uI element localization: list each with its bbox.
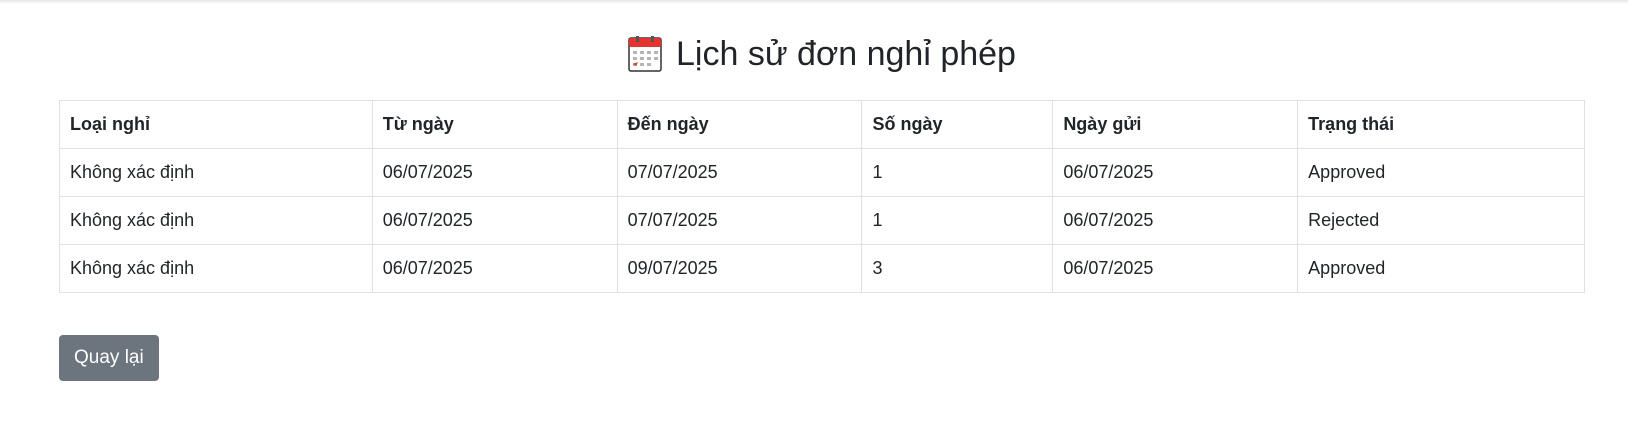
cell-to-date: 07/07/2025 <box>616 196 863 245</box>
header-to-date: Đến ngày <box>616 100 863 149</box>
cell-day-count: 3 <box>861 244 1054 293</box>
page-title: Lịch sử đơn nghỉ phép <box>59 0 1585 76</box>
header-submit-date: Ngày gửi <box>1052 100 1299 149</box>
table-row: Không xác định 06/07/2025 07/07/2025 1 0… <box>59 196 1585 245</box>
page-title-text: Lịch sử đơn nghỉ phép <box>676 34 1016 73</box>
back-button[interactable]: Quay lại <box>59 335 159 381</box>
cell-submit-date: 06/07/2025 <box>1052 244 1299 293</box>
calendar-icon <box>628 36 662 72</box>
cell-status: Rejected <box>1297 196 1585 245</box>
header-status: Trạng thái <box>1297 100 1585 149</box>
cell-from-date: 06/07/2025 <box>371 148 618 197</box>
leave-history-table: Loại nghỉ Từ ngày Đến ngày Số ngày Ngày … <box>59 100 1585 293</box>
table-header-row: Loại nghỉ Từ ngày Đến ngày Số ngày Ngày … <box>59 100 1585 149</box>
header-day-count: Số ngày <box>861 100 1054 149</box>
cell-submit-date: 06/07/2025 <box>1052 148 1299 197</box>
header-leave-type: Loại nghỉ <box>59 100 373 149</box>
cell-status: Approved <box>1297 244 1585 293</box>
cell-to-date: 09/07/2025 <box>616 244 863 293</box>
cell-leave-type: Không xác định <box>59 148 373 197</box>
cell-day-count: 1 <box>861 148 1054 197</box>
cell-from-date: 06/07/2025 <box>371 196 618 245</box>
cell-day-count: 1 <box>861 196 1054 245</box>
cell-leave-type: Không xác định <box>59 196 373 245</box>
cell-from-date: 06/07/2025 <box>371 244 618 293</box>
main-container: Lịch sử đơn nghỉ phép Loại nghỉ Từ ngày … <box>59 0 1585 381</box>
table-row: Không xác định 06/07/2025 09/07/2025 3 0… <box>59 244 1585 293</box>
cell-leave-type: Không xác định <box>59 244 373 293</box>
cell-status: Approved <box>1297 148 1585 197</box>
cell-submit-date: 06/07/2025 <box>1052 196 1299 245</box>
table-row: Không xác định 06/07/2025 07/07/2025 1 0… <box>59 148 1585 197</box>
cell-to-date: 07/07/2025 <box>616 148 863 197</box>
header-from-date: Từ ngày <box>371 100 618 149</box>
